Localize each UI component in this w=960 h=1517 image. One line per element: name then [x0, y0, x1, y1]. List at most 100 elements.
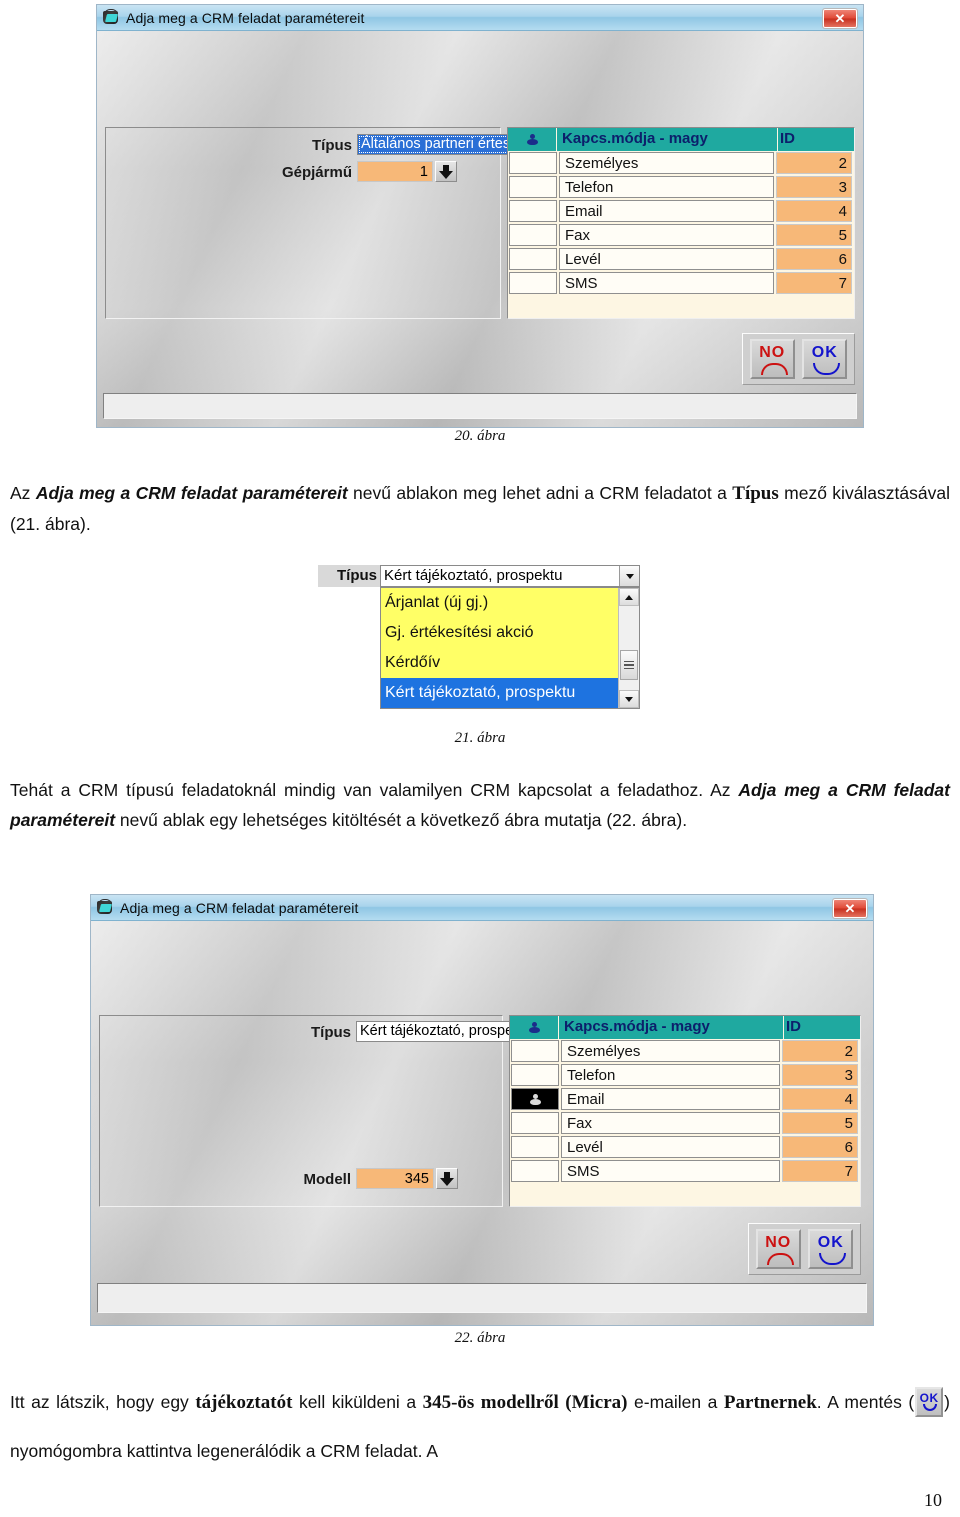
- figure-20-caption: 20. ábra: [454, 428, 506, 444]
- p1-part2: nevű ablakon meg lehet adni a CRM felada…: [347, 483, 733, 503]
- dropdown-scrollbar[interactable]: [618, 588, 639, 708]
- paragraph-3: Itt az látszik, hogy egy tájékoztatót ke…: [10, 1378, 950, 1475]
- dialog-2-button-panel: NO OK: [748, 1223, 861, 1275]
- table-row[interactable]: Telefon 3: [508, 175, 854, 199]
- p2-part1: Tehát a CRM típusú feladatoknál mindig v…: [10, 780, 739, 800]
- dropdown-option-list[interactable]: Árjanlat (új gj.) Gj. értékesítési akció K…: [380, 587, 640, 709]
- table-row[interactable]: Levél 6: [510, 1135, 860, 1159]
- p1-part1: Az: [10, 483, 36, 503]
- crm-task-parameters-dialog-1[interactable]: Adja meg a CRM feladat paramétereit ✕ Tí…: [96, 4, 864, 428]
- table-row[interactable]: Levél 6: [508, 247, 854, 271]
- dialog-1-button-panel: NO OK: [742, 333, 855, 385]
- p3-bold3: Partnernek: [723, 1392, 817, 1413]
- no-button-label: NO: [759, 344, 786, 361]
- person-icon: [529, 1022, 540, 1033]
- figure-21-caption: 21. ábra: [454, 730, 506, 746]
- contact-method-id-cell: 3: [782, 1064, 858, 1086]
- person-icon: [530, 1093, 541, 1105]
- ok-button-label: OK: [817, 1234, 844, 1251]
- contact-method-name-cell: Fax: [559, 224, 774, 246]
- dropdown-items: Árjanlat (új gj.) Gj. értékesítési akció K…: [381, 588, 618, 708]
- dropdown-option[interactable]: Gj. értékesítési akció: [381, 618, 618, 648]
- dropdown-option[interactable]: Árjanlat (új gj.): [381, 588, 618, 618]
- table-row[interactable]: Telefon 3: [510, 1063, 860, 1087]
- table-row[interactable]: Személyes 2: [508, 151, 854, 175]
- inline-ok-button-icon: OK: [915, 1387, 944, 1417]
- table-row[interactable]: Fax 5: [508, 223, 854, 247]
- dropdown-closed-field[interactable]: Kért tájékoztató, prospektu: [380, 565, 640, 587]
- contact-method-id-cell: 7: [776, 272, 852, 294]
- crm-task-parameters-dialog-2[interactable]: Adja meg a CRM feladat paramétereit ✕ Tí…: [90, 894, 874, 1326]
- figure-22-caption: 22. ábra: [454, 1330, 506, 1346]
- scroll-down-icon[interactable]: [619, 690, 639, 708]
- contact-method-name-cell: Levél: [561, 1136, 780, 1158]
- contact-method-id-cell: 2: [776, 152, 852, 174]
- row-selector-cell[interactable]: [511, 1112, 559, 1134]
- grid-header-row: Kapcs.módja - magy ID: [508, 128, 854, 151]
- contact-method-grid-2[interactable]: Kapcs.módja - magy ID Személyes 2 Telefon 3…: [509, 1015, 861, 1207]
- gepjarmu-input[interactable]: 1: [357, 161, 433, 182]
- no-button-label: NO: [765, 1234, 792, 1251]
- table-row[interactable]: Email 4: [510, 1087, 860, 1111]
- p1-bold1: Adja meg a CRM feladat paramétereit: [35, 483, 348, 503]
- contact-method-name-cell: Fax: [561, 1112, 780, 1134]
- contact-method-name-cell: Levél: [559, 248, 774, 270]
- table-row[interactable]: SMS 7: [508, 271, 854, 295]
- modell-label: Modell: [303, 1171, 352, 1188]
- dialog-1-left-panel: [105, 127, 501, 319]
- modell-lookup-button[interactable]: [436, 1168, 458, 1189]
- p3-part2: kell kiküldeni a: [292, 1392, 423, 1412]
- contact-method-id-cell: 3: [776, 176, 852, 198]
- smile-icon: [923, 1404, 938, 1411]
- row-selector-cell[interactable]: [509, 248, 557, 270]
- grid-body: Személyes 2 Telefon 3 Email 4 Fax 5 Levél 6 SMS 7: [508, 151, 854, 295]
- dropdown-option[interactable]: Kért tájékoztató, prospektu: [381, 678, 618, 708]
- arrow-down-icon: [440, 1171, 454, 1186]
- dialog-1-titlebar[interactable]: Adja meg a CRM feladat paramétereit ✕: [97, 5, 863, 31]
- contact-method-id-cell: 6: [782, 1136, 858, 1158]
- table-row[interactable]: SMS 7: [510, 1159, 860, 1183]
- close-icon[interactable]: ✕: [822, 8, 858, 29]
- contact-method-id-cell: 4: [782, 1088, 858, 1110]
- row-selector-cell[interactable]: [509, 176, 557, 198]
- row-selector-cell[interactable]: [511, 1064, 559, 1086]
- modell-input[interactable]: 345: [356, 1168, 434, 1189]
- paragraph-1: Az Adja meg a CRM feladat paramétereit n…: [10, 478, 950, 539]
- row-selector-cell[interactable]: [509, 272, 557, 294]
- row-selector-cell[interactable]: [511, 1088, 559, 1110]
- ok-button[interactable]: OK: [802, 339, 848, 379]
- no-button[interactable]: NO: [755, 1229, 801, 1269]
- row-selector-cell[interactable]: [511, 1136, 559, 1158]
- contact-method-grid-1[interactable]: Kapcs.módja - magy ID Személyes 2 Telefon 3…: [507, 127, 855, 319]
- chevron-down-icon[interactable]: [619, 566, 639, 586]
- tipus-label: Típus: [311, 1024, 351, 1041]
- close-icon[interactable]: ✕: [832, 898, 868, 919]
- row-selector-cell[interactable]: [511, 1040, 559, 1062]
- scroll-up-icon[interactable]: [619, 588, 639, 606]
- dialog-1-statusbar: [103, 393, 857, 419]
- row-selector-cell[interactable]: [509, 152, 557, 174]
- frown-icon: [766, 1253, 794, 1265]
- table-row[interactable]: Email 4: [508, 199, 854, 223]
- dropdown-tipus-label: Típus: [318, 565, 380, 587]
- p2-part2: nevű ablak egy lehetséges kitöltését a k…: [115, 810, 688, 830]
- table-row[interactable]: Személyes 2: [510, 1039, 860, 1063]
- contact-method-id-cell: 5: [776, 224, 852, 246]
- no-button[interactable]: NO: [749, 339, 795, 379]
- ok-button[interactable]: OK: [808, 1229, 854, 1269]
- app-icon: [102, 9, 120, 26]
- p3-part3: e-mailen a: [627, 1392, 724, 1412]
- gepjarmu-lookup-button[interactable]: [435, 161, 457, 182]
- dialog-2-titlebar[interactable]: Adja meg a CRM feladat paramétereit ✕: [91, 895, 873, 921]
- row-selector-cell[interactable]: [511, 1160, 559, 1182]
- contact-method-id-cell: 7: [782, 1160, 858, 1182]
- table-row[interactable]: Fax 5: [510, 1111, 860, 1135]
- smile-icon: [819, 1253, 847, 1265]
- scrollbar-thumb[interactable]: [620, 650, 638, 680]
- contact-method-id-cell: 5: [782, 1112, 858, 1134]
- contact-method-name-cell: Telefon: [561, 1064, 780, 1086]
- row-selector-cell[interactable]: [509, 224, 557, 246]
- p3-part4: . A mentés (: [816, 1392, 915, 1412]
- dropdown-option[interactable]: Kérdőív: [381, 648, 618, 678]
- row-selector-cell[interactable]: [509, 200, 557, 222]
